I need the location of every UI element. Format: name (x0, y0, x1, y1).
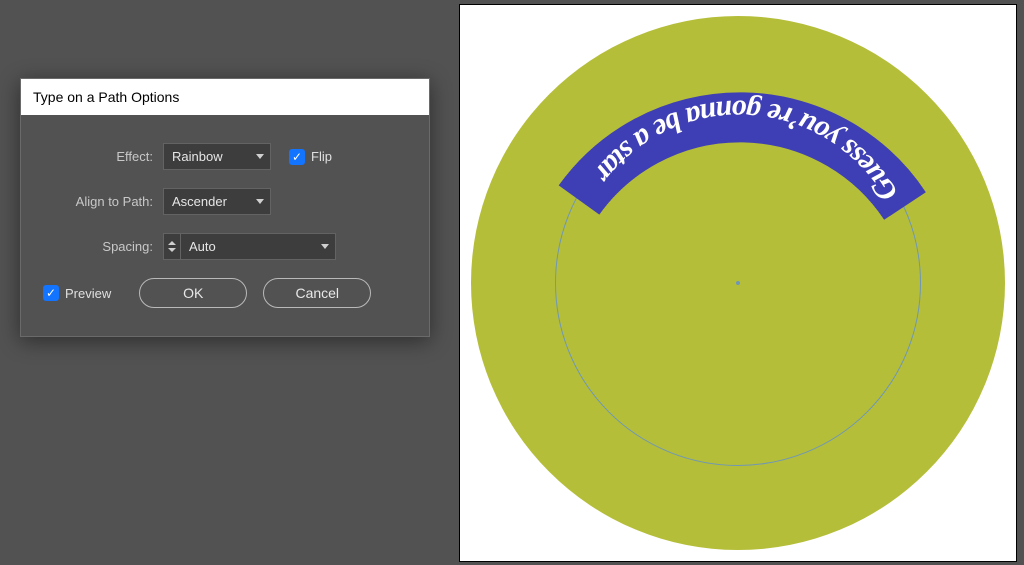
align-to-path-label: Align to Path: (43, 194, 153, 209)
path-text[interactable]: Guess you’re gonna be a star (587, 94, 904, 207)
preview-checkbox[interactable]: ✓ (43, 285, 59, 301)
ok-button-label: OK (183, 285, 203, 301)
effect-label: Effect: (43, 149, 153, 164)
preview-label: Preview (65, 286, 111, 301)
spacing-stepper[interactable] (163, 233, 181, 260)
check-icon: ✓ (292, 151, 302, 163)
ok-button[interactable]: OK (139, 278, 247, 308)
align-to-path-select-value: Ascender (172, 189, 227, 214)
chevron-up-icon (168, 241, 176, 245)
cancel-button-label: Cancel (295, 285, 339, 301)
align-to-path-select[interactable]: Ascender (163, 188, 271, 215)
spacing-select-value: Auto (189, 234, 216, 259)
chevron-down-icon (256, 189, 264, 214)
cancel-button[interactable]: Cancel (263, 278, 371, 308)
effect-select[interactable]: Rainbow (163, 143, 271, 170)
type-on-path-options-dialog: Type on a Path Options Effect: Rainbow ✓… (20, 78, 430, 337)
chevron-down-icon (168, 248, 176, 252)
effect-select-value: Rainbow (172, 144, 223, 169)
check-icon: ✓ (46, 287, 56, 299)
dialog-body: Effect: Rainbow ✓ Flip Align to Path: As… (21, 115, 429, 336)
flip-label: Flip (311, 149, 332, 164)
chevron-down-icon (321, 234, 329, 259)
flip-checkbox[interactable]: ✓ (289, 149, 305, 165)
spacing-label: Spacing: (43, 239, 153, 254)
artboard: Guess you’re gonna be a star (459, 4, 1017, 562)
spacing-select[interactable]: Auto (180, 233, 336, 260)
preview-toggle[interactable]: ✓ Preview (43, 285, 111, 301)
dialog-title: Type on a Path Options (21, 79, 429, 115)
chevron-down-icon (256, 144, 264, 169)
